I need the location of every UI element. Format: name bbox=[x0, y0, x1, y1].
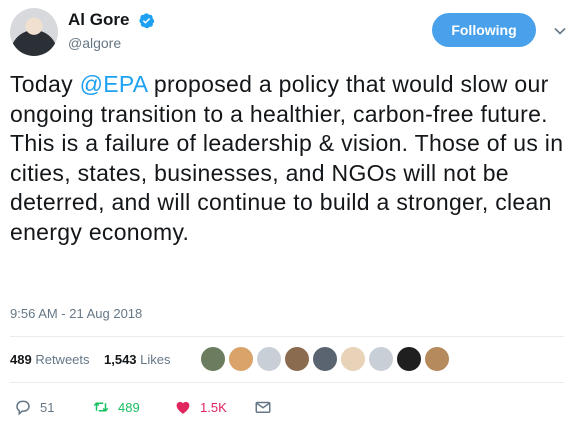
likes-count: 1,543 bbox=[104, 352, 137, 367]
like-button[interactable]: 1.5K bbox=[174, 394, 227, 420]
envelope-icon bbox=[255, 401, 271, 413]
heart-icon bbox=[176, 401, 190, 414]
likes-label: Likes bbox=[140, 352, 171, 367]
liker-avatar[interactable] bbox=[424, 346, 450, 372]
liker-avatar[interactable] bbox=[312, 346, 338, 372]
retweet-icon bbox=[93, 402, 109, 412]
tweet-text: Today @EPA proposed a policy that would … bbox=[10, 70, 566, 247]
reply-button[interactable]: 51 bbox=[14, 394, 54, 420]
divider bbox=[10, 336, 564, 337]
tweet-text-start: Today bbox=[10, 71, 80, 97]
divider bbox=[10, 382, 564, 383]
following-button[interactable]: Following bbox=[432, 13, 536, 47]
retweets-label: Retweets bbox=[35, 352, 90, 367]
like-count: 1.5K bbox=[200, 399, 227, 415]
avatar[interactable] bbox=[10, 8, 58, 56]
display-name[interactable]: Al Gore bbox=[68, 10, 129, 30]
tweet-text-rest: proposed a policy that would slow our on… bbox=[10, 71, 564, 245]
retweets-count: 489 bbox=[10, 352, 32, 367]
retweet-count: 489 bbox=[118, 399, 140, 415]
reply-count: 51 bbox=[40, 399, 55, 415]
likes-stat[interactable]: 1,543 Likes bbox=[104, 352, 171, 367]
tweet-actions: 51 489 1.5K bbox=[10, 394, 566, 424]
retweets-stat[interactable]: 489 Retweets bbox=[10, 352, 90, 367]
retweet-button[interactable]: 489 bbox=[92, 394, 140, 420]
tweet-timestamp[interactable]: 9:56 AM - 21 Aug 2018 bbox=[10, 306, 142, 321]
liker-avatar[interactable] bbox=[284, 346, 310, 372]
mention-link[interactable]: @EPA bbox=[80, 71, 148, 97]
verified-badge-icon bbox=[139, 12, 155, 28]
direct-message-button[interactable] bbox=[254, 394, 272, 420]
chevron-down-icon[interactable] bbox=[553, 24, 567, 38]
liker-avatar[interactable] bbox=[228, 346, 254, 372]
liker-avatar[interactable] bbox=[368, 346, 394, 372]
liker-avatar[interactable] bbox=[256, 346, 282, 372]
user-names: Al Gore @algore bbox=[68, 10, 155, 51]
reply-icon bbox=[16, 400, 30, 416]
user-handle[interactable]: @algore bbox=[68, 35, 155, 51]
tweet-header: Al Gore @algore Following bbox=[10, 8, 567, 64]
liker-avatar[interactable] bbox=[340, 346, 366, 372]
tweet-stats: 489 Retweets 1,543 Likes bbox=[10, 344, 566, 374]
liker-avatar[interactable] bbox=[200, 346, 226, 372]
liker-avatar[interactable] bbox=[396, 346, 422, 372]
